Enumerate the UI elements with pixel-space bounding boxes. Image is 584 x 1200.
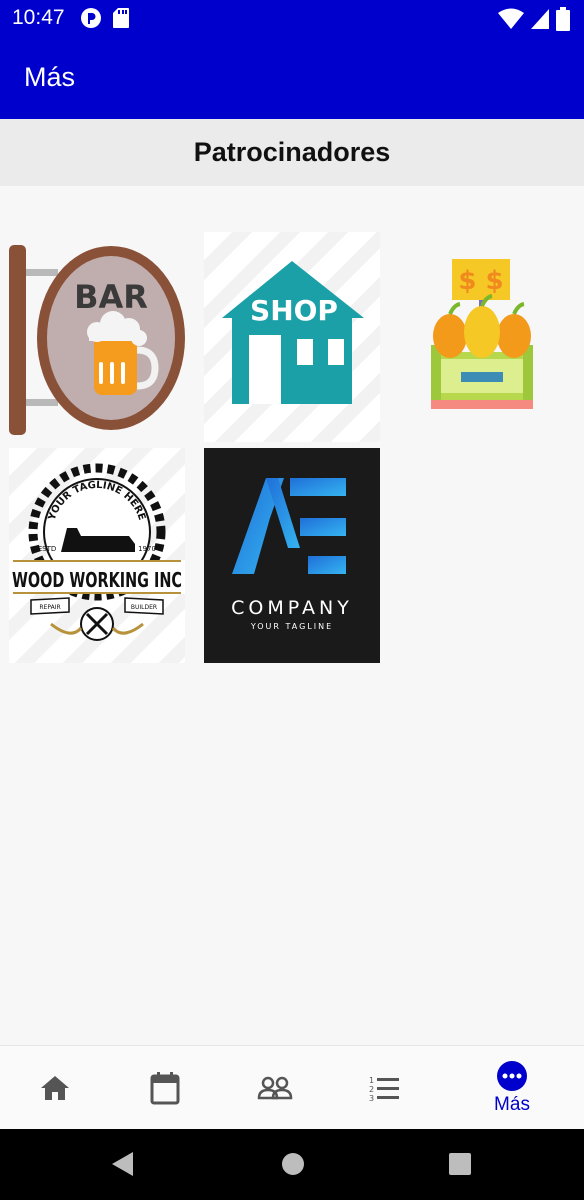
home-icon [41, 1076, 69, 1100]
list-icon: 1 2 3 [369, 1076, 399, 1101]
svg-text:3: 3 [369, 1094, 374, 1101]
back-icon[interactable] [111, 1151, 135, 1177]
bar-sign-text: BAR [74, 278, 148, 316]
woodworking-ribbon-right: BUILDER [131, 604, 157, 611]
more-icon [497, 1061, 527, 1091]
sponsor-bar-logo[interactable]: BAR [9, 232, 185, 442]
sponsor-company-logo[interactable]: COMPANY YOUR TAGLINE [204, 448, 380, 663]
svg-text:2: 2 [369, 1085, 374, 1094]
nav-people[interactable] [220, 1046, 330, 1130]
nav-list[interactable]: 1 2 3 [330, 1046, 440, 1130]
svg-text:1: 1 [369, 1076, 374, 1085]
wifi-icon [498, 8, 524, 29]
bottom-navigation: 1 2 3 Más [0, 1045, 584, 1129]
people-icon [257, 1076, 293, 1100]
nav-more[interactable]: Más [457, 1046, 567, 1130]
shop-sign-text: SHOP [250, 294, 338, 327]
signal-icon [531, 9, 549, 29]
sponsor-shop-logo[interactable]: SHOP [204, 232, 380, 442]
page-title: Más [24, 62, 76, 92]
company-name: COMPANY [231, 597, 353, 619]
notification-app-icon [81, 8, 101, 28]
status-time: 10:47 [12, 6, 65, 29]
battery-icon [556, 7, 570, 31]
app-bar: Más [0, 36, 584, 119]
company-tagline: YOUR TAGLINE [250, 622, 333, 631]
nav-home[interactable] [0, 1046, 110, 1130]
woodworking-estd: ESTD [38, 545, 57, 553]
nav-calendar[interactable] [110, 1046, 220, 1130]
sponsor-woodworking-logo[interactable]: YOUR TAGLINE HERE ESTD 1970 WOOD WORKING… [9, 448, 185, 663]
calendar-icon [150, 1072, 180, 1105]
section-title: Patrocinadores [193, 137, 391, 167]
home-button-icon[interactable] [281, 1151, 305, 1177]
section-header: Patrocinadores [0, 119, 584, 186]
price-sign-text: $ $ [458, 266, 503, 296]
status-bar: 10:47 [0, 0, 584, 36]
woodworking-year: 1970 [138, 545, 156, 553]
sd-card-icon [113, 8, 129, 28]
sponsor-market-logo[interactable]: $ $ [400, 232, 576, 442]
nav-more-label: Más [494, 1094, 530, 1115]
system-navigation-bar [0, 1129, 584, 1200]
recents-icon[interactable] [448, 1151, 472, 1177]
woodworking-ribbon-left: REPAIR [39, 604, 60, 611]
woodworking-name: WOOD WORKING INC [12, 568, 182, 592]
